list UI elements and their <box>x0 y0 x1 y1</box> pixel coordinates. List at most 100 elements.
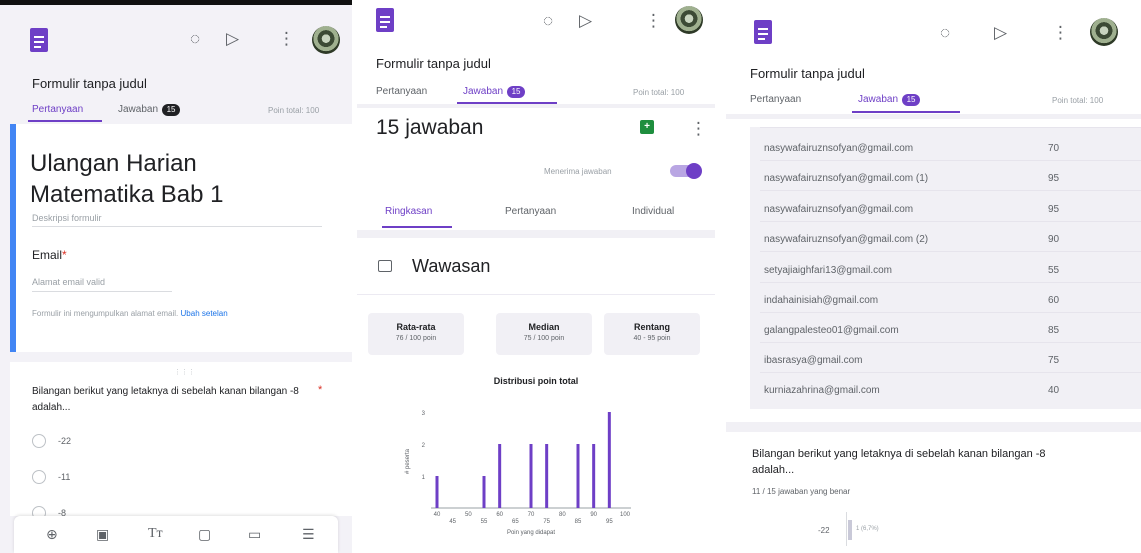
chart-bar <box>607 412 611 508</box>
subtab-summary[interactable]: Ringkasan <box>385 206 432 217</box>
total-points: Poin total: 100 <box>633 88 685 97</box>
row-divider <box>760 342 1141 343</box>
accepting-responses-toggle[interactable] <box>670 163 702 179</box>
tab-responses[interactable]: Jawaban 15 <box>858 94 921 106</box>
respondent-score: 75 <box>1048 355 1060 366</box>
subtab-individual[interactable]: Individual <box>632 206 674 217</box>
chart-x-tick-label: 95 <box>606 519 613 525</box>
active-tab-indicator <box>28 120 102 122</box>
palette-icon[interactable]: ◌ <box>940 24 950 41</box>
change-settings-link[interactable]: Ubah setelan <box>181 309 228 318</box>
chart-title: Distribusi poin total <box>493 376 579 386</box>
respondent-email[interactable]: nasywafairuznsofyan@gmail.com <box>764 143 913 154</box>
question-summary-text: Bilangan berikut yang letaknya di sebela… <box>752 448 1046 476</box>
option-label-1: -22 <box>58 436 72 446</box>
row-divider <box>760 282 1141 283</box>
respondent-email[interactable]: kurniazahrina@gmail.com <box>764 385 880 396</box>
answer-option-bar <box>848 520 852 540</box>
respondent-email[interactable]: indahainisiah@gmail.com <box>764 295 878 306</box>
stat-range: Rentang 40 - 95 poin <box>604 313 700 355</box>
add-title-icon[interactable]: Tт <box>148 526 163 542</box>
chart-y-tick-label: 2 <box>422 443 426 449</box>
total-points: Poin total: 100 <box>1052 96 1104 105</box>
question-text[interactable]: Bilangan berikut yang letaknya di sebela… <box>32 384 302 416</box>
drag-handle-icon[interactable]: ⋮⋮⋮ <box>174 368 195 376</box>
chart-y-axis-label: # peserta <box>405 448 411 474</box>
add-video-icon[interactable]: ▭ <box>248 526 261 543</box>
subtab-question[interactable]: Pertanyaan <box>505 206 556 217</box>
email-collection-note: Formulir ini mengumpulkan alamat email. … <box>32 308 322 320</box>
chart-x-tick-label: 80 <box>559 512 566 518</box>
avatar[interactable] <box>675 6 703 34</box>
sheets-icon[interactable]: + <box>640 120 654 134</box>
chart-x-tick-label: 85 <box>575 519 582 525</box>
send-icon[interactable]: ▷ <box>579 12 592 29</box>
stat-average: Rata-rata 76 / 100 poin <box>368 313 464 355</box>
palette-icon[interactable]: ◌ <box>190 30 200 47</box>
radio-option-1[interactable] <box>32 434 46 448</box>
add-image-icon[interactable]: ▢ <box>198 526 211 543</box>
respondent-score: 95 <box>1048 204 1060 215</box>
add-question-icon[interactable]: ⊕ <box>46 526 58 543</box>
response-count: 15 jawaban <box>376 116 484 139</box>
tab-responses[interactable]: Jawaban 15 <box>463 86 526 98</box>
answer-option-label: -22 <box>818 526 830 535</box>
respondent-email[interactable]: nasywafairuznsofyan@gmail.com (1) <box>764 173 928 184</box>
respondent-email[interactable]: ibasrasya@gmail.com <box>764 355 863 366</box>
total-points: Poin total: 100 <box>268 106 320 115</box>
stat-range-value: 40 - 95 poin <box>633 335 671 342</box>
responses-count-badge: 15 <box>162 104 181 116</box>
avatar[interactable] <box>312 26 340 54</box>
avatar[interactable] <box>1090 18 1118 46</box>
respondent-score: 40 <box>1048 385 1060 396</box>
forms-logo-icon <box>30 28 48 52</box>
respondent-email[interactable]: nasywafairuznsofyan@gmail.com <box>764 204 913 215</box>
tab-questions[interactable]: Pertanyaan <box>750 94 801 105</box>
email-underline <box>32 291 172 292</box>
stat-median-label: Median <box>528 322 560 332</box>
more-vert-icon[interactable]: ⋮ <box>278 30 295 47</box>
forms-logo-icon <box>754 20 772 44</box>
insights-icon <box>378 260 392 272</box>
more-vert-icon[interactable]: ⋮ <box>1052 24 1069 41</box>
palette-icon[interactable]: ◌ <box>543 12 553 29</box>
row-divider <box>760 160 1141 161</box>
email-note-text: Formulir ini mengumpulkan alamat email. <box>32 309 179 318</box>
accepting-responses-label: Menerima jawaban <box>544 167 612 176</box>
chart-bar <box>576 444 580 508</box>
tab-responses-label: Jawaban <box>118 104 159 115</box>
respondents-list: nasywafairuznsofyan@gmail.com 70 nasywaf… <box>750 127 1141 409</box>
chart-x-tick-label: 90 <box>590 512 597 518</box>
chart-x-tick-label: 75 <box>543 519 550 525</box>
respondent-score: 70 <box>1048 143 1060 154</box>
send-icon[interactable]: ▷ <box>226 30 239 47</box>
bottom-toolbar: ⊕ ▣ Tт ▢ ▭ ☰ <box>14 516 338 553</box>
import-questions-icon[interactable]: ▣ <box>96 526 109 543</box>
chart-x-tick-label: 40 <box>434 512 441 518</box>
tab-questions[interactable]: Pertanyaan <box>376 86 427 97</box>
row-divider <box>760 312 1141 313</box>
row-divider <box>760 372 1141 373</box>
respondent-email[interactable]: setyajiaighfari13@gmail.com <box>764 265 892 276</box>
respondent-email[interactable]: galangpalesteo01@gmail.com <box>764 325 899 336</box>
option-label-2: -11 <box>58 472 71 482</box>
email-input[interactable]: Alamat email valid <box>32 277 105 287</box>
responses-menu-icon[interactable]: ⋮ <box>690 120 707 137</box>
more-vert-icon[interactable]: ⋮ <box>645 12 662 29</box>
stat-range-label: Rentang <box>634 322 670 332</box>
insights-title: Wawasan <box>412 256 491 276</box>
form-heading[interactable]: Ulangan Harian Matematika Bab 1 <box>30 148 320 210</box>
tab-questions[interactable]: Pertanyaan <box>32 104 83 115</box>
send-icon[interactable]: ▷ <box>994 24 1007 41</box>
description-underline <box>32 226 322 227</box>
add-section-icon[interactable]: ☰ <box>302 526 315 543</box>
respondent-email[interactable]: nasywafairuznsofyan@gmail.com (2) <box>764 234 928 245</box>
stat-median: Median 75 / 100 poin <box>496 313 592 355</box>
tab-responses[interactable]: Jawaban 15 <box>118 104 181 116</box>
question-required-asterisk: * <box>318 384 323 396</box>
form-description-placeholder[interactable]: Deskripsi formulir <box>32 213 102 223</box>
answer-chart-axis <box>846 512 847 546</box>
radio-option-2[interactable] <box>32 470 46 484</box>
email-label: Email* <box>32 248 67 262</box>
form-editor-panel: ◌ ▷ ⋮ Formulir tanpa judul Pertanyaan Ja… <box>0 0 352 553</box>
